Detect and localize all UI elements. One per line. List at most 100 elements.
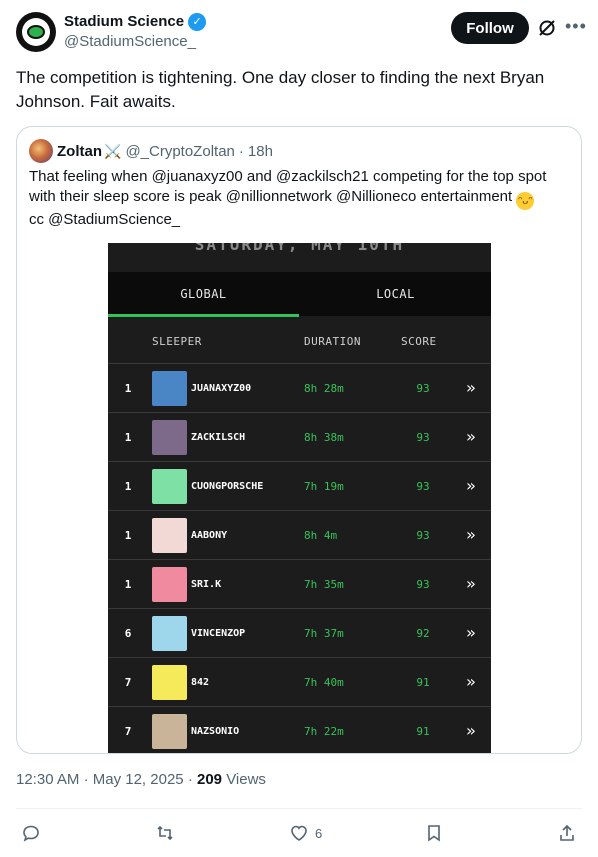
row-rank: 1 bbox=[124, 529, 132, 542]
quote-author-handle[interactable]: @_CryptoZoltan bbox=[125, 143, 234, 160]
quote-header: Zoltan ⚔️ @_CryptoZoltan · 18h bbox=[29, 139, 273, 163]
sleep-score: 93 bbox=[416, 529, 430, 542]
quote-text-body: That feeling when @juanaxyz00 and @zacki… bbox=[29, 168, 547, 205]
row-rank: 1 bbox=[124, 480, 132, 493]
row-rank: 7 bbox=[124, 725, 132, 738]
leaderboard-row[interactable]: 1 JUANAXYZ00 8h 28m 93 » bbox=[108, 363, 491, 412]
leaderboard-row[interactable]: 7 842 7h 40m 91 » bbox=[108, 657, 491, 706]
quote-timestamp[interactable]: 18h bbox=[248, 143, 273, 160]
reply-icon bbox=[23, 825, 39, 842]
more-options-icon[interactable]: ••• bbox=[565, 16, 586, 36]
quote-text-cc: cc @StadiumScience_ bbox=[29, 211, 181, 228]
chevron-right-icon[interactable]: » bbox=[466, 511, 476, 559]
grok-icon[interactable] bbox=[537, 18, 557, 38]
sleep-score: 93 bbox=[416, 480, 430, 493]
reply-button[interactable] bbox=[21, 820, 41, 846]
sleep-duration: 7h 19m bbox=[304, 480, 344, 493]
sleeper-avatar bbox=[152, 616, 187, 651]
repost-icon bbox=[157, 825, 173, 841]
row-rank: 1 bbox=[124, 382, 132, 395]
sleeper-name: SRI.K bbox=[191, 579, 222, 590]
active-tab-indicator bbox=[108, 314, 299, 317]
follow-button[interactable]: Follow bbox=[451, 12, 529, 44]
quote-author-name[interactable]: Zoltan bbox=[57, 143, 102, 160]
quote-author-avatar[interactable] bbox=[29, 139, 53, 163]
leaderboard-tabs: GLOBAL LOCAL bbox=[108, 272, 491, 316]
author-handle[interactable]: @StadiumScience_ bbox=[64, 32, 206, 52]
sleeper-name: CUONGPORSCHE bbox=[191, 481, 264, 492]
bookmark-button[interactable] bbox=[424, 820, 444, 846]
sleep-score: 93 bbox=[416, 578, 430, 591]
crossed-swords-icon: ⚔️ bbox=[104, 142, 122, 159]
grinning-emoji-icon: ᵔᴗᵔ bbox=[516, 192, 535, 210]
verified-badge-icon: ✓ bbox=[188, 13, 207, 31]
author-name[interactable]: Stadium Science bbox=[64, 12, 184, 32]
chevron-right-icon[interactable]: » bbox=[466, 364, 476, 412]
tweet-time[interactable]: 12:30 AM bbox=[16, 771, 79, 788]
repost-button[interactable] bbox=[155, 820, 175, 846]
share-icon bbox=[560, 824, 574, 841]
chevron-right-icon[interactable]: » bbox=[466, 609, 476, 657]
sleeper-name: VINCENZOP bbox=[191, 628, 246, 639]
leaderboard-date: SATURDAY, MAY 10TH bbox=[194, 243, 405, 254]
tweet-date[interactable]: May 12, 2025 bbox=[93, 771, 184, 788]
leaderboard-row[interactable]: 6 VINCENZOP 7h 37m 92 » bbox=[108, 608, 491, 657]
bookmark-icon bbox=[428, 825, 440, 842]
sleep-score: 93 bbox=[416, 382, 430, 395]
sleeper-avatar bbox=[152, 665, 187, 700]
sleep-duration: 7h 35m bbox=[304, 578, 344, 591]
action-bar: 6 bbox=[16, 820, 582, 846]
row-rank: 1 bbox=[124, 431, 132, 444]
sleep-score: 92 bbox=[416, 627, 430, 640]
sleep-duration: 7h 40m bbox=[304, 676, 344, 689]
like-count: 6 bbox=[315, 825, 323, 841]
column-header-score: SCORE bbox=[401, 335, 437, 348]
leaderboard-row[interactable]: 1 ZACKILSCH 8h 38m 93 » bbox=[108, 412, 491, 461]
like-button[interactable]: 6 bbox=[289, 820, 322, 846]
author-avatar[interactable] bbox=[16, 12, 56, 52]
leaderboard-row[interactable]: 7 NAZSONIO 7h 22m 91 » bbox=[108, 706, 491, 753]
share-button[interactable] bbox=[557, 820, 577, 846]
quote-text: That feeling when @juanaxyz00 and @zacki… bbox=[29, 167, 569, 230]
column-header-duration: DURATION bbox=[304, 335, 361, 348]
tab-local[interactable]: LOCAL bbox=[300, 272, 491, 316]
chevron-right-icon[interactable]: » bbox=[466, 413, 476, 461]
views-label: Views bbox=[226, 771, 266, 788]
sleep-duration: 7h 37m bbox=[304, 627, 344, 640]
sleeper-name: 842 bbox=[191, 677, 210, 688]
separator-dot: · bbox=[238, 142, 244, 160]
row-rank: 1 bbox=[124, 578, 132, 591]
sleep-score: 91 bbox=[416, 725, 430, 738]
tweet-text: The competition is tightening. One day c… bbox=[16, 68, 545, 111]
row-rank: 6 bbox=[124, 627, 132, 640]
leaderboard-row[interactable]: 1 AABONY 8h 4m 93 » bbox=[108, 510, 491, 559]
chevron-right-icon[interactable]: » bbox=[466, 462, 476, 510]
row-rank: 7 bbox=[124, 676, 132, 689]
sleeper-name: ZACKILSCH bbox=[191, 432, 246, 443]
chevron-right-icon[interactable]: » bbox=[466, 560, 476, 608]
quote-tweet-card[interactable]: Zoltan ⚔️ @_CryptoZoltan · 18h That feel… bbox=[16, 126, 582, 754]
chevron-right-icon[interactable]: » bbox=[466, 707, 476, 753]
tweet-meta: 12:30 AM · May 12, 2025 · 209 Views bbox=[16, 771, 266, 788]
leaderboard-image[interactable]: SATURDAY, MAY 10TH GLOBAL LOCAL SLEEPER … bbox=[108, 243, 491, 753]
chevron-right-icon[interactable]: » bbox=[466, 658, 476, 706]
heart-icon bbox=[291, 825, 307, 841]
tab-global[interactable]: GLOBAL bbox=[108, 272, 299, 316]
column-header-sleeper: SLEEPER bbox=[152, 335, 202, 348]
leaderboard-row[interactable]: 1 SRI.K 7h 35m 93 » bbox=[108, 559, 491, 608]
sleep-duration: 8h 4m bbox=[304, 529, 338, 542]
sleep-score: 93 bbox=[416, 431, 430, 444]
sleeper-name: NAZSONIO bbox=[191, 726, 240, 737]
sleeper-avatar bbox=[152, 714, 187, 749]
author-name-row[interactable]: Stadium Science ✓ bbox=[64, 12, 207, 32]
leaderboard-row[interactable]: 1 CUONGPORSCHE 7h 19m 93 » bbox=[108, 461, 491, 510]
sleep-duration: 7h 22m bbox=[304, 725, 344, 738]
sleeper-name: AABONY bbox=[191, 530, 228, 541]
meta-separator: · bbox=[187, 771, 193, 788]
sleeper-name: JUANAXYZ00 bbox=[191, 383, 252, 394]
author-info: Stadium Science ✓ @StadiumScience_ bbox=[64, 12, 207, 52]
sleeper-avatar bbox=[152, 469, 187, 504]
sleep-score: 91 bbox=[416, 676, 430, 689]
meta-separator: · bbox=[83, 771, 89, 788]
actions-divider bbox=[16, 808, 582, 809]
